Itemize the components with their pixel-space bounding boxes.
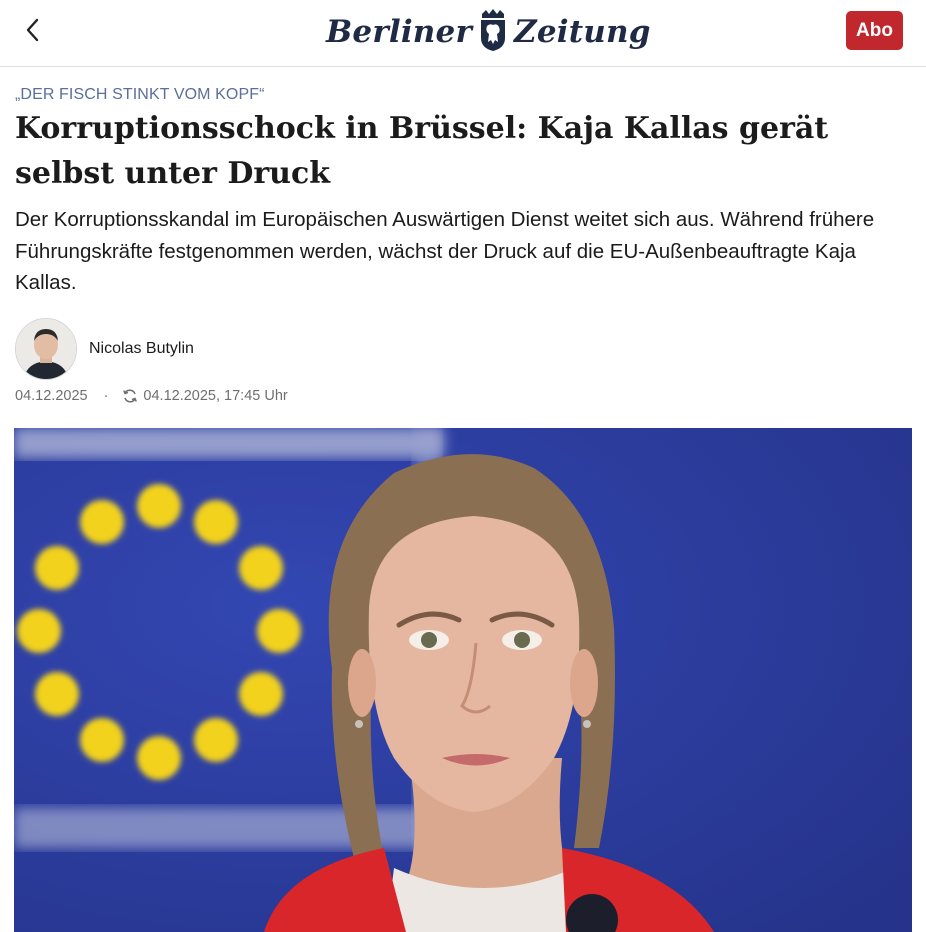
logo-text-right: Zeitung xyxy=(514,14,651,50)
article-meta: 04.12.2025 · 04.12.2025, 17:45 Uhr xyxy=(15,386,288,406)
chevron-left-icon xyxy=(25,18,39,47)
logo-text-left: Berliner xyxy=(326,14,473,50)
article-kicker: „DER FISCH STINKT VOM KOPF“ xyxy=(15,86,265,103)
author-avatar[interactable] xyxy=(15,318,77,380)
top-bar: Berliner Zeitung Abo xyxy=(0,0,926,67)
article-hero-image[interactable] xyxy=(14,428,912,932)
back-button[interactable] xyxy=(14,14,50,50)
refresh-icon xyxy=(122,388,138,404)
article-lead: Der Korruptionsskandal im Europäischen A… xyxy=(15,208,875,294)
author-name[interactable]: Nicolas Butylin xyxy=(89,340,194,358)
bear-crest-icon xyxy=(478,8,508,57)
meta-separator: · xyxy=(103,388,109,404)
article-headline: Korruptionsschock in Brüssel: Kaja Kalla… xyxy=(15,111,829,191)
update-date: 04.12.2025, 17:45 Uhr xyxy=(143,388,288,404)
publication-logo[interactable]: Berliner Zeitung xyxy=(326,6,651,58)
publish-date: 04.12.2025 xyxy=(15,388,88,404)
subscribe-button[interactable]: Abo xyxy=(846,11,903,50)
author-byline[interactable]: Nicolas Butylin xyxy=(15,318,194,380)
